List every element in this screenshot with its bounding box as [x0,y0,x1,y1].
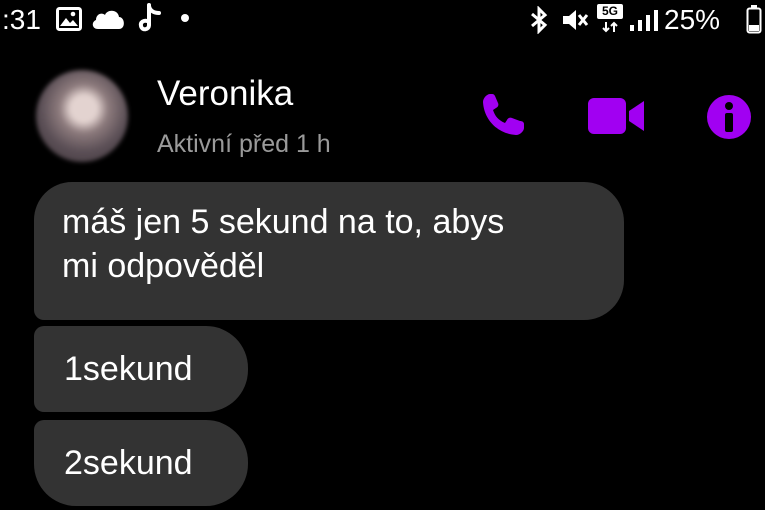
cloud-icon [92,10,124,30]
message-text-line: 2sekund [64,444,193,482]
contact-active-status: Aktivní před 1 h [157,130,331,158]
message-bubble[interactable]: máš jen 5 sekund na to, abys mi odpovědě… [34,182,624,320]
network-5g-icon: 5G [597,4,623,34]
status-time: :31 [2,4,41,35]
message-bubble[interactable]: 2sekund [34,420,248,506]
message-bubble[interactable]: 1sekund [34,326,248,412]
video-icon[interactable] [587,96,645,136]
contact-avatar[interactable] [36,70,128,162]
phone-icon[interactable] [478,90,530,140]
gallery-icon [56,7,82,31]
message-text-line: máš jen 5 sekund na to, abys [62,203,505,241]
message-text-line: mi odpověděl [62,247,265,285]
signal-icon [630,10,658,31]
info-icon[interactable] [706,94,752,140]
mute-icon [563,10,589,30]
battery-percent: 25% [664,4,721,35]
status-bar: :31 5G 25% [0,0,765,40]
message-text-line: 1sekund [64,350,193,388]
notification-dot-icon [181,14,189,22]
battery-icon [746,5,762,34]
network-badge-label: 5G [597,4,623,19]
contact-name[interactable]: Veronika [157,74,293,114]
tiktok-icon [138,3,161,32]
messenger-screen: :31 5G 25% Veronika Aktivní před 1 h máš… [0,0,765,510]
bluetooth-icon [531,6,548,34]
